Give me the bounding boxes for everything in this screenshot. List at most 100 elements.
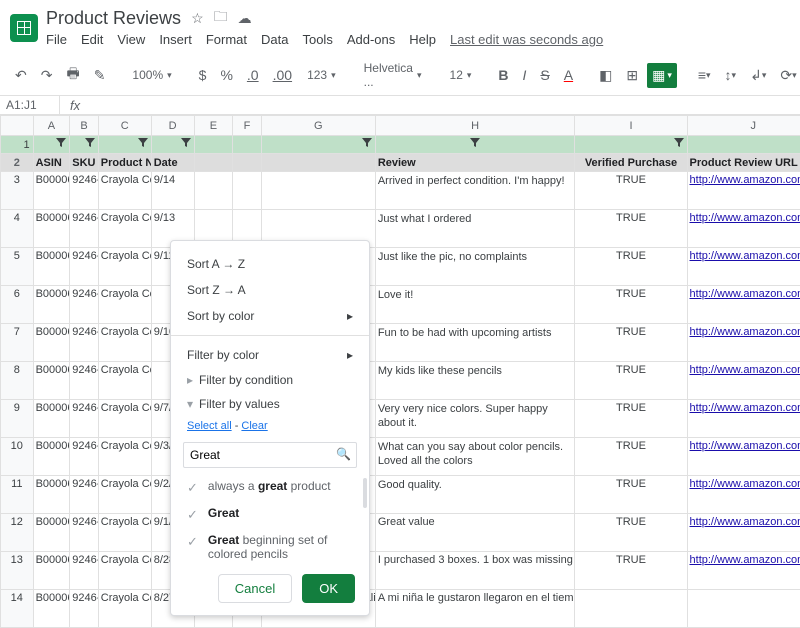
menu-insert[interactable]: Insert [159, 32, 192, 47]
filter-icon[interactable] [575, 136, 687, 154]
col-D[interactable]: D [151, 116, 194, 136]
currency-button[interactable]: $ [194, 63, 212, 87]
rotate-icon[interactable]: ⟳▾ [775, 63, 800, 88]
filter-search-input[interactable] [183, 442, 357, 468]
filter-icon[interactable] [33, 136, 70, 154]
scrollbar[interactable] [363, 478, 367, 508]
filter-icon[interactable] [261, 136, 375, 154]
filter-icon[interactable] [687, 136, 800, 154]
borders-icon[interactable]: ⊞ [621, 63, 643, 88]
chevron-right-icon: ▸ [347, 348, 353, 362]
filter-indicator-row: 1 [1, 136, 800, 154]
fill-color-icon[interactable]: ◧ [594, 63, 617, 88]
app-header: Product Reviews ☆ 🗀 ☁ File Edit View Ins… [0, 0, 800, 55]
filter-icon[interactable] [151, 136, 194, 154]
filter-by-condition[interactable]: ▸Filter by condition [171, 368, 369, 392]
menu-view[interactable]: View [117, 32, 145, 47]
menu-bar: File Edit View Insert Format Data Tools … [46, 30, 603, 49]
sort-az[interactable]: Sort A → Z [171, 251, 369, 277]
spreadsheet-grid[interactable]: A B C D E F G H I J 1 2 ASINSKUProduct N… [0, 115, 800, 628]
clear-link[interactable]: Clear [241, 420, 267, 432]
menu-help[interactable]: Help [409, 32, 436, 47]
menu-addons[interactable]: Add-ons [347, 32, 395, 47]
table-row[interactable]: 14B000069246-Crayola Col8/27/2021Laidy5S… [1, 590, 800, 628]
sort-by-color[interactable]: Sort by color▸ [171, 303, 369, 329]
col-G[interactable]: G [261, 116, 375, 136]
col-H[interactable]: H [375, 116, 575, 136]
chevron-down-icon: ▾ [187, 397, 193, 411]
undo-icon[interactable]: ↶ [10, 63, 32, 88]
menu-edit[interactable]: Edit [81, 32, 103, 47]
v-align-icon[interactable]: ↕▾ [720, 63, 742, 87]
menu-format[interactable]: Format [206, 32, 247, 47]
h-align-icon[interactable]: ≡▾ [693, 63, 716, 87]
font-size-select[interactable]: 12▾ [444, 66, 478, 84]
col-E[interactable]: E [194, 116, 233, 136]
sheets-logo-icon [10, 14, 38, 42]
col-B[interactable]: B [70, 116, 99, 136]
filter-by-values[interactable]: ▾Filter by values [171, 392, 369, 416]
table-row[interactable]: 7B000069246-Crayola Col9/10Fun to be had… [1, 324, 800, 362]
italic-button[interactable]: I [518, 63, 532, 87]
table-row[interactable]: 5B000069246-Crayola Col9/11Just like the… [1, 248, 800, 286]
col-C[interactable]: C [98, 116, 151, 136]
table-row[interactable]: 12B000069246-Crayola Col9/1/2021palm5Gre… [1, 514, 800, 552]
redo-icon[interactable]: ↷ [36, 63, 58, 88]
last-edit-link[interactable]: Last edit was seconds ago [450, 32, 603, 47]
column-header-row: A B C D E F G H I J [1, 116, 800, 136]
filter-value-item[interactable]: ✓Great beginning set of colored pencils [177, 528, 363, 564]
search-icon: 🔍 [336, 447, 351, 461]
table-row[interactable]: 4B000069246-Crayola Col9/13Just what I o… [1, 210, 800, 248]
name-box[interactable]: A1:J1 [0, 96, 60, 114]
number-format-select[interactable]: 123▾ [301, 66, 342, 84]
filter-by-color[interactable]: Filter by color▸ [171, 342, 369, 368]
filter-search: 🔍 [183, 442, 357, 468]
print-icon[interactable]: 🖶 [61, 59, 84, 91]
percent-button[interactable]: % [215, 63, 237, 87]
filter-dropdown: Sort A → Z Sort Z → A Sort by color▸ Fil… [170, 240, 370, 616]
menu-tools[interactable]: Tools [302, 32, 332, 47]
check-icon: ✓ [187, 507, 198, 523]
filter-icon[interactable] [375, 136, 575, 154]
filter-icon[interactable] [70, 136, 99, 154]
chevron-right-icon: ▸ [347, 309, 353, 323]
wrap-icon[interactable]: ↲▾ [745, 63, 771, 88]
select-all-link[interactable]: Select all [187, 420, 232, 432]
cloud-icon[interactable]: ☁ [238, 10, 252, 27]
table-row[interactable]: 9B000069246-Crayola Col9/7/Very very nic… [1, 400, 800, 438]
paint-format-icon[interactable]: ✎ [89, 63, 111, 88]
strikethrough-button[interactable]: S [535, 63, 554, 87]
decimal-decrease-button[interactable]: .0 [242, 63, 264, 87]
toolbar: ↶ ↷ 🖶 ✎ 100%▾ $ % .0 .00 123▾ Helvetica … [0, 55, 800, 96]
decimal-increase-button[interactable]: .00 [268, 63, 297, 87]
star-icon[interactable]: ☆ [191, 10, 204, 27]
filter-value-item[interactable]: ✓Great [177, 501, 363, 528]
table-row[interactable]: 3B000069246-Crayola Col9/14Arrived in pe… [1, 172, 800, 210]
col-I[interactable]: I [575, 116, 687, 136]
table-row[interactable]: 6B000069246-Crayola ColLove it!TRUEhttp:… [1, 286, 800, 324]
filter-value-links: Select all - Clear [171, 416, 369, 436]
chevron-right-icon: ▸ [187, 373, 193, 387]
table-row[interactable]: 10B000069246-Crayola Col9/3/ What can yo… [1, 438, 800, 476]
filter-value-item[interactable]: ✓always a great product [177, 474, 363, 501]
menu-data[interactable]: Data [261, 32, 288, 47]
table-row[interactable]: 8B000069246-Crayola ColMy kids like thes… [1, 362, 800, 400]
font-select[interactable]: Helvetica ...▾ [358, 59, 428, 91]
table-row[interactable]: 11B000069246-Crayola Col9/2/Good quality… [1, 476, 800, 514]
menu-file[interactable]: File [46, 32, 67, 47]
bold-button[interactable]: B [493, 63, 513, 87]
filter-icon[interactable] [98, 136, 151, 154]
sort-za[interactable]: Sort Z → A [171, 277, 369, 303]
table-row[interactable]: 13B000069246-Crayola Col8/28/2021laxdu1M… [1, 552, 800, 590]
move-icon[interactable]: 🗀 [214, 6, 228, 30]
select-all-corner[interactable] [1, 116, 34, 136]
zoom-select[interactable]: 100%▾ [126, 66, 177, 84]
merge-cells-icon[interactable]: ▦▾ [647, 63, 677, 88]
doc-title[interactable]: Product Reviews [46, 8, 181, 29]
filter-values-list: ✓always a great product ✓Great ✓Great be… [171, 474, 369, 564]
text-color-button[interactable]: A [559, 63, 578, 87]
col-A[interactable]: A [33, 116, 70, 136]
col-J[interactable]: J [687, 116, 800, 136]
check-icon: ✓ [187, 480, 198, 496]
col-F[interactable]: F [233, 116, 262, 136]
